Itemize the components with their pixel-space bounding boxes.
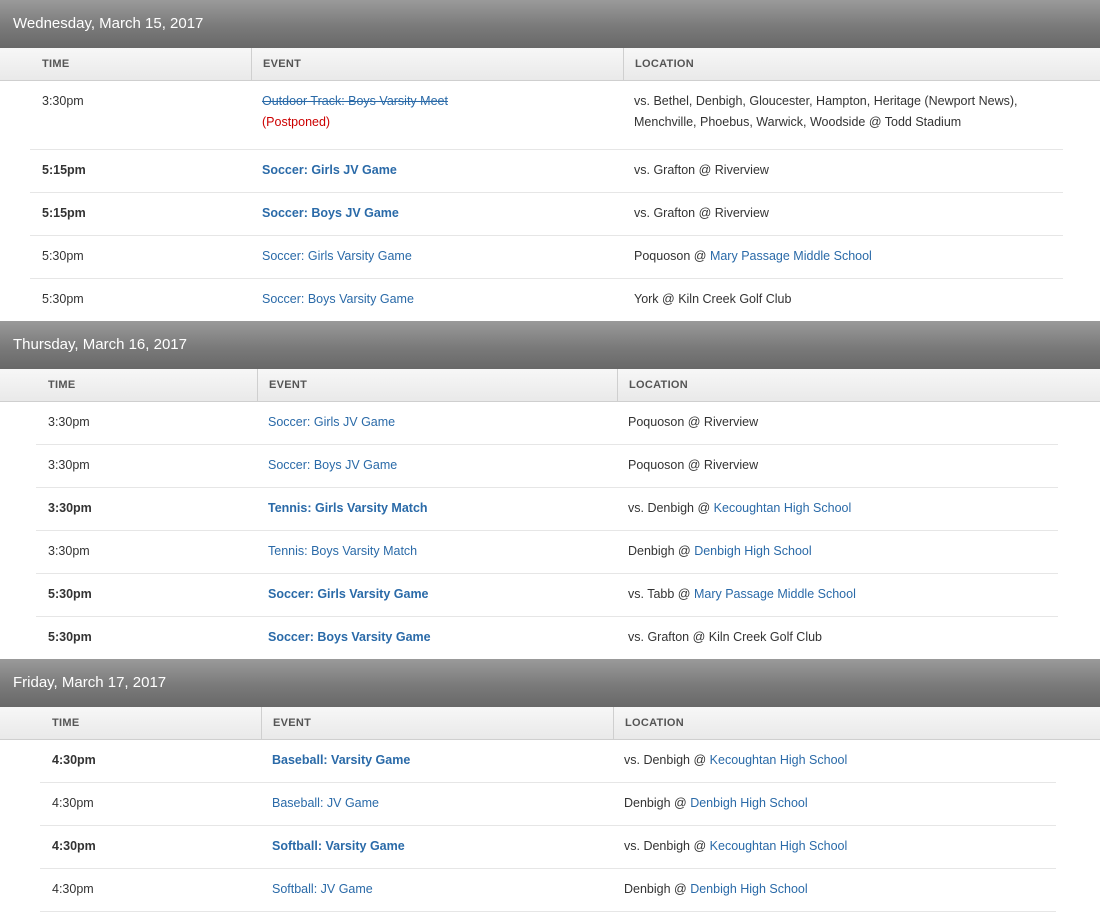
location-text: vs. Grafton @ Kiln Creek Golf Club (628, 630, 823, 644)
location-text: York @ Kiln Creek Golf Club (634, 292, 792, 306)
event-time: 4:30pm (52, 839, 96, 853)
event-link[interactable]: Soccer: Boys JV Game (268, 455, 397, 476)
venue-link[interactable]: Denbigh High School (690, 796, 807, 810)
day-section-friday: Friday, March 17, 2017 TIME EVENT LOCATI… (0, 659, 1100, 912)
day-header: Wednesday, March 15, 2017 (0, 0, 1100, 48)
table-row: 3:30pm Tennis: Girls Varsity Match vs. D… (36, 488, 1058, 531)
event-link[interactable]: Outdoor Track: Boys Varsity Meet (262, 91, 448, 112)
event-link[interactable]: Soccer: Girls JV Game (268, 412, 395, 433)
event-link[interactable]: Soccer: Girls JV Game (262, 160, 397, 181)
event-time: 5:15pm (42, 163, 86, 177)
table-row: 3:30pm Soccer: Girls JV Game Poquoson @ … (36, 402, 1058, 445)
event-link[interactable]: Soccer: Boys Varsity Game (268, 627, 431, 648)
location-text: vs. Grafton @ Riverview (634, 163, 769, 177)
event-link[interactable]: Softball: Varsity Game (272, 836, 405, 857)
table-row: 4:30pm Baseball: JV Game Denbigh @ Denbi… (40, 783, 1056, 826)
venue-link[interactable]: Denbigh High School (694, 544, 811, 558)
location-text: Poquoson @ Riverview (628, 415, 759, 429)
column-headers: TIME EVENT LOCATION (0, 707, 1100, 740)
day-header: Thursday, March 16, 2017 (0, 321, 1100, 369)
table-row: 5:30pm Soccer: Boys Varsity Game York @ … (30, 279, 1063, 321)
event-link[interactable]: Soccer: Girls Varsity Game (262, 246, 412, 267)
venue-link[interactable]: Kecoughtan High School (710, 839, 848, 853)
event-time: 3:30pm (48, 415, 90, 429)
location-text: vs. Bethel, Denbigh, Gloucester, Hampton… (634, 94, 1018, 108)
event-time: 5:30pm (42, 292, 84, 306)
location-text: vs. Grafton @ Riverview (634, 206, 769, 220)
column-time: TIME (48, 379, 76, 391)
event-time: 3:30pm (48, 501, 92, 515)
venue-link[interactable]: Denbigh High School (690, 882, 807, 896)
column-location: LOCATION (629, 379, 689, 391)
column-event: EVENT (273, 717, 312, 729)
table-row: 4:30pm Softball: JV Game Denbigh @ Denbi… (40, 869, 1056, 912)
table-row: 5:15pm Soccer: Boys JV Game vs. Grafton … (30, 193, 1063, 236)
column-time: TIME (52, 717, 80, 729)
venue-link[interactable]: Mary Passage Middle School (694, 587, 856, 601)
column-headers: TIME EVENT LOCATION (0, 48, 1100, 81)
table-row: 4:30pm Softball: Varsity Game vs. Denbig… (40, 826, 1056, 869)
location-text: Poquoson @ Riverview (628, 458, 759, 472)
table-row: 5:30pm Soccer: Girls Varsity Game Poquos… (30, 236, 1063, 279)
event-link[interactable]: Soccer: Boys JV Game (262, 203, 399, 224)
event-time: 5:30pm (48, 587, 92, 601)
event-time: 5:30pm (48, 630, 92, 644)
event-link[interactable]: Soccer: Boys Varsity Game (262, 289, 414, 310)
event-time: 3:30pm (48, 544, 90, 558)
event-link[interactable]: Baseball: JV Game (272, 793, 379, 814)
venue-link[interactable]: Kecoughtan High School (714, 501, 852, 515)
location-text: Denbigh @ (628, 544, 695, 558)
table-row: 4:30pm Baseball: Varsity Game vs. Denbig… (40, 740, 1056, 783)
event-time: 3:30pm (48, 458, 90, 472)
event-link[interactable]: Tennis: Girls Varsity Match (268, 498, 428, 519)
table-row: 5:30pm Soccer: Girls Varsity Game vs. Ta… (36, 574, 1058, 617)
event-time: 4:30pm (52, 753, 96, 767)
day-section-thursday: Thursday, March 16, 2017 TIME EVENT LOCA… (0, 321, 1100, 659)
day-header: Friday, March 17, 2017 (0, 659, 1100, 707)
location-text: Denbigh @ (624, 882, 691, 896)
location-text: vs. Denbigh @ (624, 753, 710, 767)
location-text: vs. Denbigh @ (624, 839, 710, 853)
table-row: 3:30pm Tennis: Boys Varsity Match Denbig… (36, 531, 1058, 574)
location-text: vs. Tabb @ (628, 587, 694, 601)
day-section-wednesday: Wednesday, March 15, 2017 TIME EVENT LOC… (0, 0, 1100, 321)
location-text: vs. Denbigh @ (628, 501, 714, 515)
venue-link[interactable]: Mary Passage Middle School (710, 249, 872, 263)
location-text: Poquoson @ (634, 249, 710, 263)
location-text: Denbigh @ (624, 796, 691, 810)
table-row: 5:30pm Soccer: Boys Varsity Game vs. Gra… (36, 617, 1058, 659)
table-row: 3:30pm Outdoor Track: Boys Varsity Meet … (30, 81, 1063, 150)
table-row: 5:15pm Soccer: Girls JV Game vs. Grafton… (30, 150, 1063, 193)
column-event: EVENT (269, 379, 308, 391)
column-location: LOCATION (635, 58, 695, 70)
event-link[interactable]: Baseball: Varsity Game (272, 750, 410, 771)
event-link[interactable]: Tennis: Boys Varsity Match (268, 541, 417, 562)
status-badge: (Postponed) (262, 115, 331, 129)
column-location: LOCATION (625, 717, 685, 729)
event-time: 5:15pm (42, 206, 86, 220)
column-event: EVENT (263, 58, 302, 70)
table-row: 3:30pm Soccer: Boys JV Game Poquoson @ R… (36, 445, 1058, 488)
venue-link[interactable]: Kecoughtan High School (710, 753, 848, 767)
location-text: Menchville, Phoebus, Warwick, Woodside @… (634, 115, 962, 129)
event-time: 3:30pm (42, 94, 84, 108)
event-time: 5:30pm (42, 249, 84, 263)
column-headers: TIME EVENT LOCATION (0, 369, 1100, 402)
column-time: TIME (42, 58, 70, 70)
event-link[interactable]: Soccer: Girls Varsity Game (268, 584, 429, 605)
event-time: 4:30pm (52, 796, 94, 810)
